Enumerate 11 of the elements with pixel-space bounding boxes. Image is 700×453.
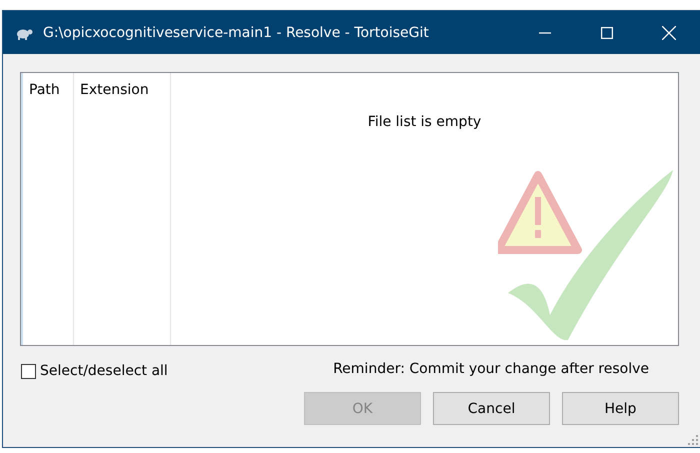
window-title: G:\opicxocognitiveservice-main1 - Resolve - TortoiseGit [43,24,430,40]
column-header[interactable]: Extension [74,73,170,107]
empty-message: File list is empty [366,114,482,130]
dialog-button[interactable]: Help [562,392,679,425]
close-icon [662,26,676,40]
column-header[interactable]: Path [23,73,73,107]
select-all-checkbox[interactable]: Select/deselect all [21,363,168,379]
resize-grip-icon [688,435,698,445]
maximize-icon [601,26,613,38]
dialog-button[interactable]: Cancel [433,392,550,425]
reminder-text: Reminder: Commit your change after resolve [333,360,649,376]
